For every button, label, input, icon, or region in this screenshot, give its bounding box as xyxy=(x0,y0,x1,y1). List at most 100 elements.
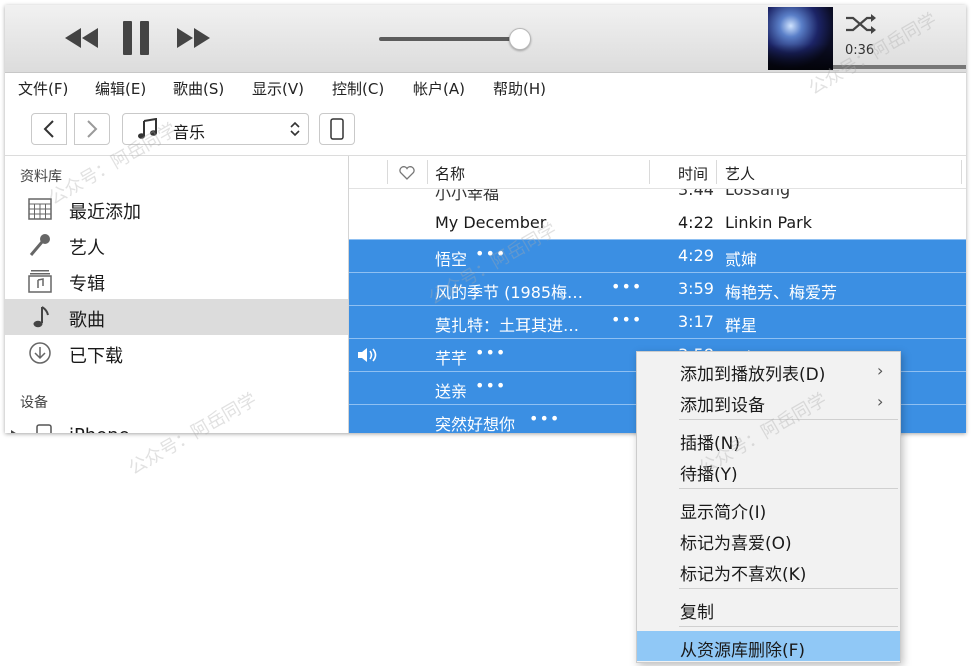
back-button[interactable] xyxy=(31,113,67,145)
menu-item-label: 复制 xyxy=(680,603,714,623)
menu-bar: 文件(F) 编辑(E) 歌曲(S) 显示(V) 控制(C) 帐户(A) 帮助(H… xyxy=(5,73,966,103)
iphone-icon xyxy=(36,424,52,433)
column-header-name[interactable]: 名称 xyxy=(435,163,465,184)
previous-track-button[interactable] xyxy=(61,19,103,57)
table-row[interactable]: 悟空 ••• 4:29 贰婶 xyxy=(349,239,966,272)
menu-item-copy[interactable]: 复制 xyxy=(637,593,900,623)
iphone-icon xyxy=(330,118,344,140)
sidebar-item-recently-added[interactable]: 最近添加 xyxy=(5,191,348,227)
menu-separator xyxy=(679,626,898,627)
menu-item-play-next[interactable]: 插播(N) xyxy=(637,424,900,454)
sidebar-item-downloaded[interactable]: 已下载 xyxy=(5,335,348,371)
song-artist: 梅艳芳、梅爱芳 xyxy=(725,283,838,302)
device-button[interactable] xyxy=(319,113,355,145)
more-options-button[interactable]: ••• xyxy=(529,409,560,428)
sidebar-item-label: 已下载 xyxy=(69,346,123,367)
devices-header: 设备 xyxy=(20,395,48,411)
submenu-arrow-icon: › xyxy=(877,392,884,411)
fast-forward-icon xyxy=(177,28,210,48)
sidebar-item-artists[interactable]: 艺人 xyxy=(5,227,348,263)
table-row[interactable]: My December 4:22 Linkin Park xyxy=(349,207,966,239)
disclosure-triangle-icon[interactable] xyxy=(11,430,19,433)
menu-item-label: 标记为喜爱(O) xyxy=(680,534,792,554)
menu-help[interactable]: 帮助(H) xyxy=(493,78,546,99)
media-type-label: 音乐 xyxy=(173,123,206,142)
calendar-grid-icon xyxy=(28,198,52,220)
song-time: 4:29 xyxy=(678,246,714,265)
menu-item-get-info[interactable]: 显示简介(I) xyxy=(637,493,900,523)
sidebar-item-albums[interactable]: 专辑 xyxy=(5,263,348,299)
sidebar: 资料库 最近添加 艺人 专辑 歌曲 已下载 设备 xyxy=(5,156,349,433)
player-bar: 0:36 xyxy=(5,5,966,73)
menu-edit[interactable]: 编辑(E) xyxy=(95,78,146,99)
menu-separator xyxy=(679,488,898,489)
more-options-button[interactable]: ••• xyxy=(611,277,642,296)
sidebar-item-label: iPhone xyxy=(69,425,130,433)
forward-button[interactable] xyxy=(74,113,110,145)
menu-controls[interactable]: 控制(C) xyxy=(332,78,384,99)
heart-icon[interactable] xyxy=(399,166,415,180)
pause-icon xyxy=(123,21,149,55)
volume-slider-track[interactable] xyxy=(379,37,519,41)
menu-account[interactable]: 帐户(A) xyxy=(413,78,465,99)
next-track-button[interactable] xyxy=(173,19,215,57)
menu-item-label: 插播(N) xyxy=(680,434,740,454)
song-name: 莫扎特：土耳其进… xyxy=(435,316,580,335)
column-divider xyxy=(387,160,388,184)
menu-item-delete-from-library[interactable]: 从资源库删除(F) xyxy=(637,631,900,661)
column-divider xyxy=(649,160,650,184)
menu-item-label: 标记为不喜欢(K) xyxy=(680,565,807,585)
song-artist: 贰婶 xyxy=(725,250,758,269)
more-options-button[interactable]: ••• xyxy=(475,244,506,263)
song-name: 送亲 xyxy=(435,382,468,401)
sidebar-item-label: 专辑 xyxy=(69,274,105,295)
menu-item-dislike[interactable]: 标记为不喜欢(K) xyxy=(637,555,900,585)
menu-song[interactable]: 歌曲(S) xyxy=(173,78,224,99)
menu-view[interactable]: 显示(V) xyxy=(252,78,304,99)
sidebar-item-songs[interactable]: 歌曲 xyxy=(5,299,348,335)
menu-item-play-later[interactable]: 待播(Y) xyxy=(637,455,900,485)
speaker-playing-icon xyxy=(358,348,377,362)
song-artist: 群星 xyxy=(725,316,758,335)
menu-item-label: 添加到设备 xyxy=(680,396,765,416)
menu-item-label: 添加到播放列表(D) xyxy=(680,365,826,385)
column-divider xyxy=(961,160,962,184)
menu-item-add-to-playlist[interactable]: 添加到播放列表(D) › xyxy=(637,355,900,385)
sidebar-item-iphone[interactable]: iPhone xyxy=(5,418,348,433)
elapsed-time: 0:36 xyxy=(845,43,875,58)
column-header-time[interactable]: 时间 xyxy=(678,163,708,184)
song-time: 4:22 xyxy=(678,213,714,232)
music-note-icon xyxy=(138,118,157,139)
table-row[interactable]: 风的季节 (1985梅… ••• 3:59 梅艳芳、梅爱芳 xyxy=(349,272,966,305)
more-options-button[interactable]: ••• xyxy=(475,376,506,395)
column-divider xyxy=(427,160,428,184)
column-divider xyxy=(716,160,717,184)
microphone-icon xyxy=(29,234,50,256)
song-time: 3:17 xyxy=(678,312,714,331)
menu-item-love[interactable]: 标记为喜爱(O) xyxy=(637,524,900,554)
album-icon xyxy=(28,270,52,293)
volume-slider-knob[interactable] xyxy=(509,28,531,50)
shuffle-icon[interactable] xyxy=(845,13,877,35)
sidebar-item-label: 歌曲 xyxy=(69,310,105,331)
more-options-button[interactable]: ••• xyxy=(475,343,506,362)
song-name: 悟空 xyxy=(435,250,468,269)
song-name: 风的季节 (1985梅… xyxy=(435,283,584,302)
album-artwork[interactable] xyxy=(768,7,833,70)
more-options-button[interactable]: ••• xyxy=(611,310,642,329)
column-header-artist[interactable]: 艺人 xyxy=(725,163,755,184)
song-name: My December xyxy=(435,213,547,232)
media-type-selector[interactable]: 音乐 xyxy=(122,113,309,145)
menu-separator xyxy=(679,419,898,420)
song-name: 突然好想你 xyxy=(435,415,516,433)
menu-file[interactable]: 文件(F) xyxy=(18,78,68,99)
menu-item-label: 显示简介(I) xyxy=(680,503,767,523)
sidebar-item-label: 最近添加 xyxy=(69,202,141,223)
playback-progress-bar[interactable] xyxy=(833,65,966,69)
song-time: 3:59 xyxy=(678,279,714,298)
chevron-left-icon xyxy=(43,120,54,138)
pause-button[interactable] xyxy=(115,19,157,57)
menu-item-add-to-device[interactable]: 添加到设备 › xyxy=(637,386,900,416)
table-header: 名称 时间 艺人 xyxy=(349,156,966,189)
table-row[interactable]: 莫扎特：土耳其进… ••• 3:17 群星 xyxy=(349,305,966,338)
